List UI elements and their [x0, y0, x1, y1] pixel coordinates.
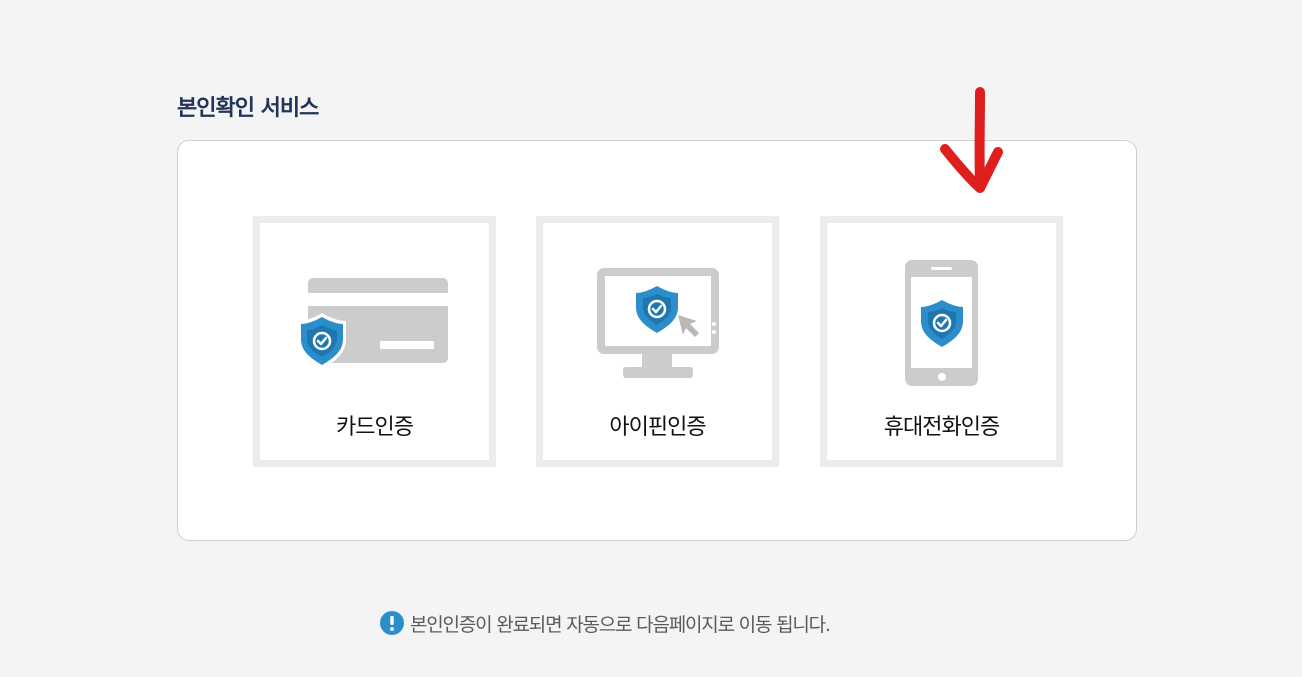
- mobile-verification-label: 휴대전화인증: [883, 415, 1000, 440]
- auto-redirect-notice: 본인인증이 완료되면 자동으로 다음페이지로 이동 됩니다.: [380, 608, 831, 638]
- mobile-verification-button[interactable]: 휴대전화인증: [820, 216, 1063, 467]
- card-verification-label: 카드인증: [336, 415, 414, 440]
- mobile-phone-shield-icon: [905, 260, 978, 386]
- ipin-verification-label: 아이핀인증: [609, 415, 706, 440]
- exclamation-info-icon: [380, 611, 404, 635]
- monitor-shield-icon: [597, 268, 719, 378]
- verification-options-panel: 카드인증 아이핀인증 휴대전화인증: [177, 140, 1137, 541]
- card-verification-button[interactable]: 카드인증: [253, 216, 496, 467]
- red-arrow-down-icon: [940, 87, 1003, 193]
- credit-card-shield-icon: [298, 278, 448, 369]
- ipin-verification-button[interactable]: 아이핀인증: [536, 216, 779, 467]
- page-title: 본인확인 서비스: [177, 96, 319, 121]
- identity-verification-page: 본인확인 서비스 카드인증 아이핀인증 휴대전화인증 본인인증이 완료되면 자동…: [0, 0, 1302, 677]
- notice-text: 본인인증이 완료되면 자동으로 다음페이지로 이동 됩니다.: [410, 613, 831, 636]
